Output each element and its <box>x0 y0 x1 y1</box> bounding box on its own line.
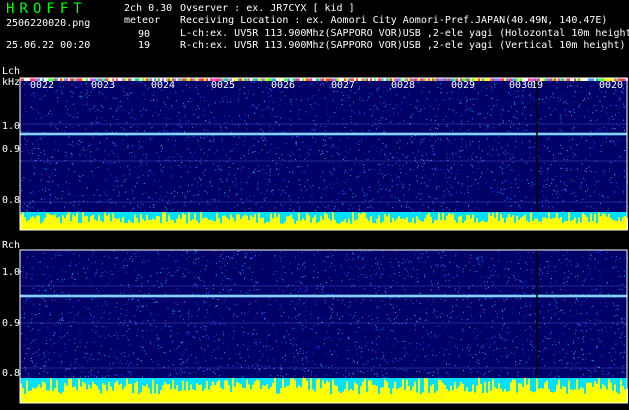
spectrogram-canvas <box>19 77 628 404</box>
rch-tick-1-0: 1.0 <box>2 267 21 278</box>
lch-tick-1-0: 1.0 <box>2 121 21 132</box>
time-label: 0028 <box>391 80 416 91</box>
time-label: 0026 <box>271 80 296 91</box>
time-label: 0030 <box>509 80 534 91</box>
lch-tick-0-8: 0.8 <box>2 195 21 206</box>
rch-tick-0-9: 0.9 <box>2 318 21 329</box>
time-label: 19 <box>531 80 544 91</box>
time-label: 0020 <box>599 80 624 91</box>
rch-tick-0-8: 0.8 <box>2 368 21 379</box>
lch-spectrogram <box>19 77 628 231</box>
time-label: 0022 <box>30 80 55 91</box>
lch-tick-0-9: 0.9 <box>2 144 21 155</box>
lch-label: Lch <box>2 66 21 77</box>
time-label: 0024 <box>151 80 176 91</box>
rch-spectrogram <box>19 249 628 404</box>
rch-label: Rch <box>2 240 21 251</box>
time-label: 0027 <box>331 80 356 91</box>
time-label: 0029 <box>451 80 476 91</box>
lch-unit: kHz <box>2 77 21 88</box>
time-label: 0025 <box>211 80 236 91</box>
time-label: 0023 <box>91 80 116 91</box>
